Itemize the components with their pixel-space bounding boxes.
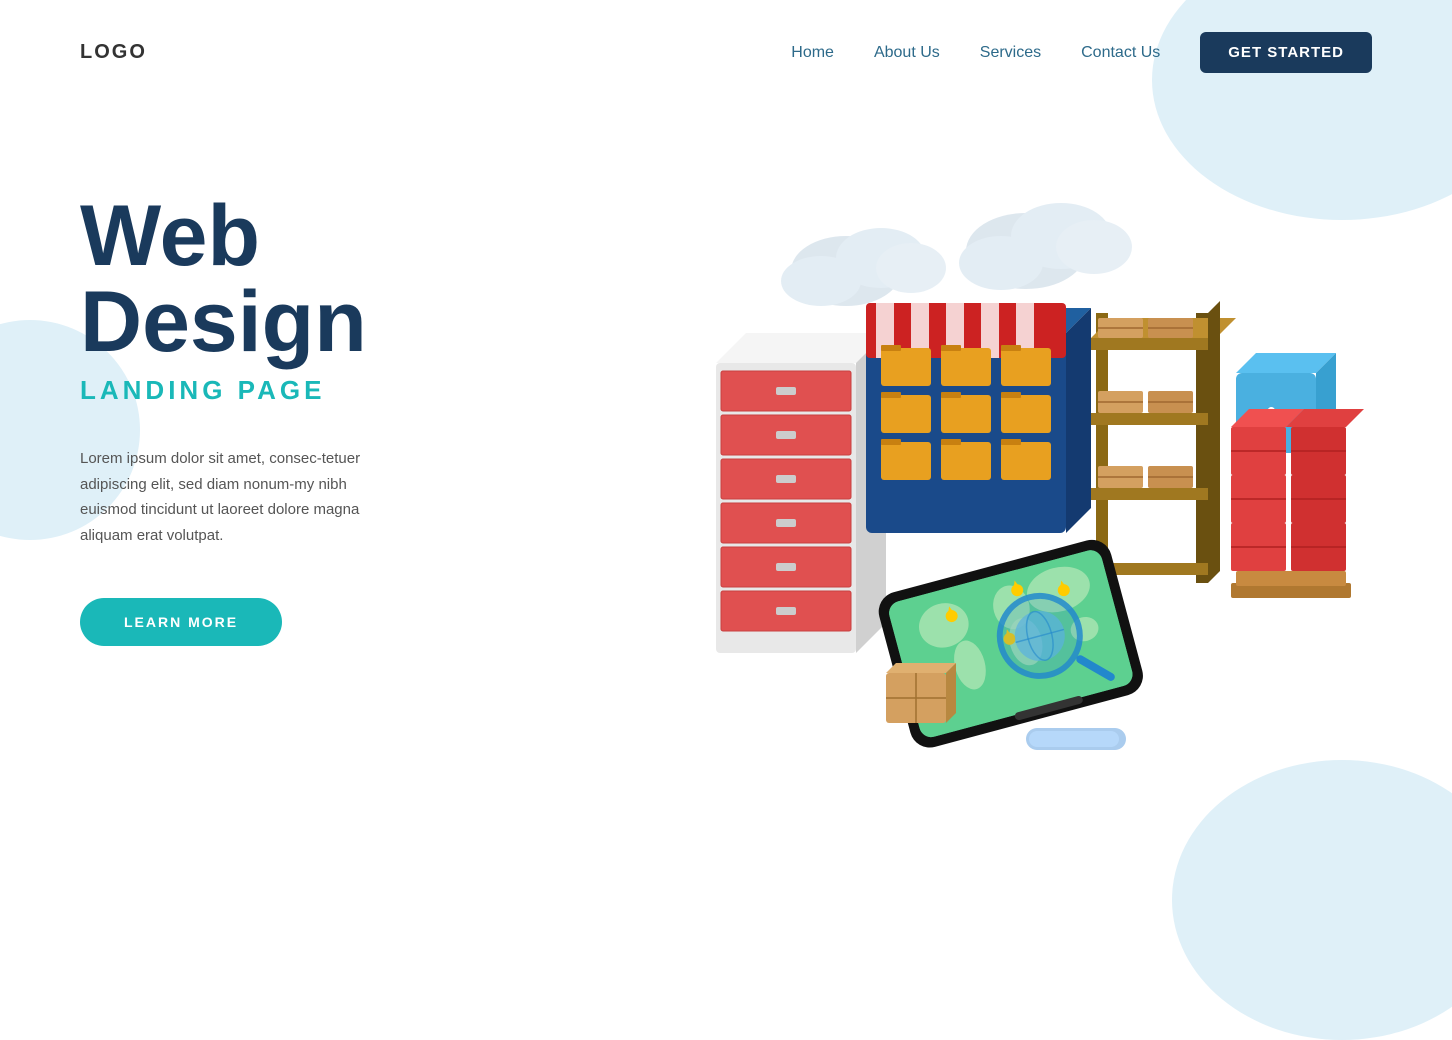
get-started-button[interactable]: GET STARTED: [1200, 32, 1372, 73]
stacked-boxes: [1231, 409, 1364, 598]
hero-description: Lorem ipsum dolor sit amet, consec-tetue…: [80, 446, 400, 548]
cloud-left: [781, 228, 946, 306]
nav-home[interactable]: Home: [791, 44, 834, 62]
hero-illustration: ∿: [520, 133, 1372, 833]
learn-more-button[interactable]: LEARN MORE: [80, 598, 282, 646]
warehouse-shelf: [1091, 301, 1236, 583]
illustration-svg: ∿: [520, 133, 1372, 833]
nav-services[interactable]: Services: [980, 44, 1041, 62]
hero-subtitle: LANDING PAGE: [80, 375, 460, 406]
store-display: [866, 303, 1091, 533]
navbar: LOGO Home About Us Services Contact Us G…: [0, 0, 1452, 73]
usb-connector: [1026, 728, 1126, 750]
nav-contact[interactable]: Contact Us: [1081, 44, 1160, 62]
cloud-right: [959, 203, 1132, 290]
nav-about[interactable]: About Us: [874, 44, 940, 62]
small-box-1: [886, 663, 956, 723]
logo: LOGO: [80, 41, 147, 64]
hero-text: Web Design LANDING PAGE Lorem ipsum dolo…: [80, 133, 460, 646]
hero-title: Web Design: [80, 193, 460, 365]
hero-section: Web Design LANDING PAGE Lorem ipsum dolo…: [0, 73, 1452, 953]
filing-cabinet: [716, 333, 886, 653]
nav-links: Home About Us Services Contact Us GET ST…: [791, 32, 1372, 73]
